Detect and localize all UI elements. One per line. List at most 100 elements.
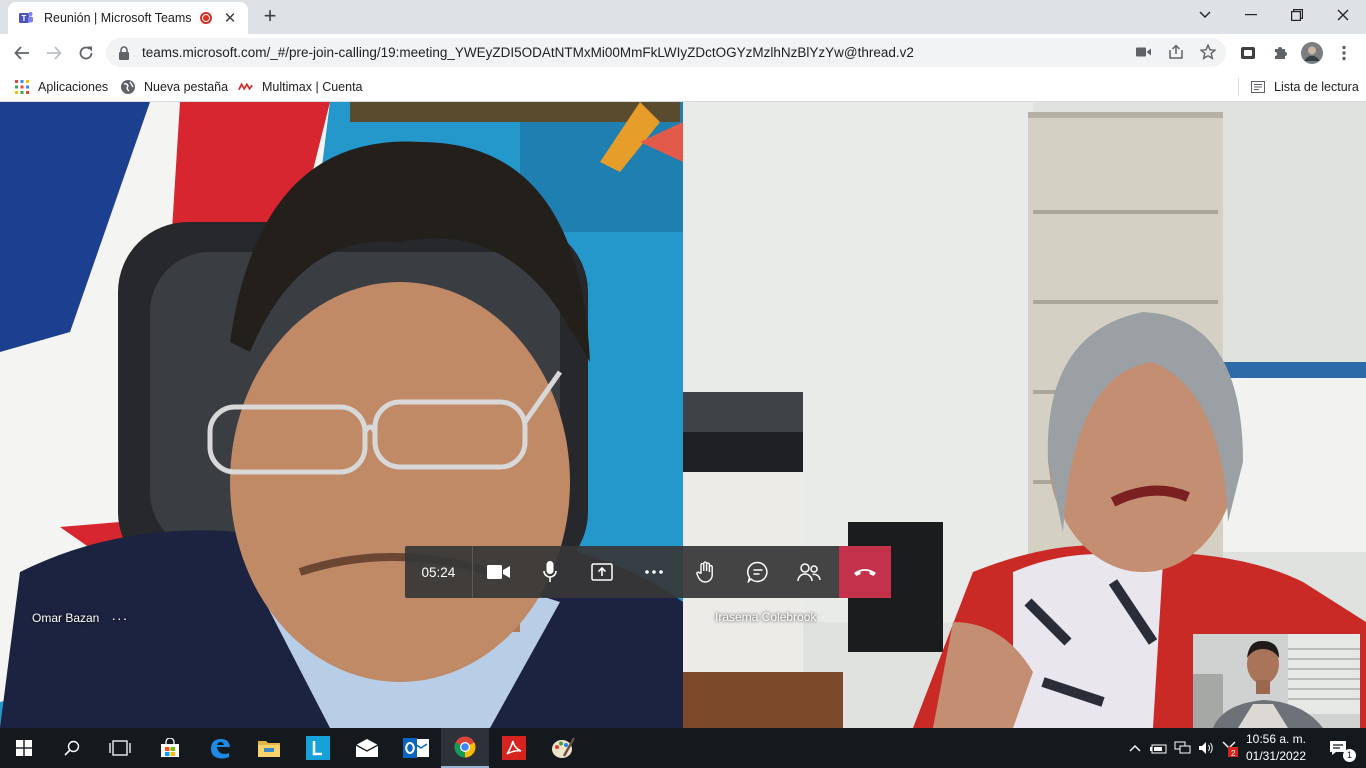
windows-taskbar: 2 10:56 a. m. 01/31/2022 1 [0,728,1366,768]
mail-app[interactable] [343,728,391,768]
camera-in-use-icon[interactable] [1134,42,1154,62]
tray-overflow-icon[interactable] [1126,728,1144,768]
bookmarks-bar: Aplicaciones Nueva pestaña Multimax | Cu… [0,71,1366,102]
share-icon[interactable] [1166,42,1186,62]
close-window-icon[interactable] [1320,0,1366,30]
tab-search-icon[interactable] [1182,0,1228,30]
recording-icon [200,12,212,24]
folder-icon [258,741,280,757]
outlook-icon [403,738,429,758]
chrome-app[interactable] [441,728,489,768]
microphone-toggle-button[interactable] [525,546,577,598]
battery-icon[interactable] [1148,728,1170,768]
video-tile-omar-bazan[interactable]: Omar Bazan ··· [0,102,683,728]
acrobat-app[interactable] [490,728,538,768]
clock-time: 10:56 a. m. [1245,732,1307,746]
lync-icon [306,736,330,760]
bookmark-label: Aplicaciones [38,80,109,94]
volume-icon[interactable] [1196,728,1216,768]
browser-menu-icon[interactable] [1333,42,1355,64]
participant-more-icon[interactable]: ··· [111,610,128,626]
search-icon [64,740,80,756]
store-app[interactable] [146,728,194,768]
address-bar[interactable]: teams.microsoft.com/_#/pre-join-calling/… [106,38,1226,67]
participant-name-tag: Irasema Colebrook [715,610,816,624]
new-tab-button[interactable]: + [258,5,282,29]
outlook-app[interactable] [392,728,440,768]
participant-video-feed [0,102,683,728]
tab-strip: T Reunión | Microsoft Teams ✕ + [0,0,1366,34]
participant-name-tag: Omar Bazan ··· [32,610,128,626]
tab-close-icon[interactable]: ✕ [222,9,238,27]
reading-list-icon [1250,79,1266,95]
participants-icon [797,563,822,582]
participants-button[interactable] [783,546,835,598]
reading-list-button[interactable]: Lista de lectura [1250,76,1359,98]
paint-icon [552,737,575,758]
edge-app[interactable] [196,728,244,768]
camera-toggle-button[interactable] [473,546,525,598]
bookmark-multimax[interactable]: Multimax | Cuenta [238,76,363,98]
raise-hand-icon [695,561,713,583]
more-actions-button[interactable] [628,546,680,598]
profile-avatar[interactable] [1301,42,1323,64]
reload-button[interactable] [73,40,99,66]
windows-logo-icon [16,740,32,756]
chat-icon [746,561,768,583]
browser-toolbar: teams.microsoft.com/_#/pre-join-calling/… [0,34,1366,71]
self-view-feed [1193,634,1360,728]
bookmark-apps[interactable]: Aplicaciones [14,76,108,98]
acrobat-icon [502,736,526,760]
hang-up-button[interactable] [839,546,891,598]
share-screen-button[interactable] [576,546,628,598]
lock-icon [119,45,129,60]
meeting-stage: Omar Bazan ··· Irasema Colebrook 05:24 [0,102,1366,728]
microphone-icon [543,561,558,582]
system-clock[interactable]: 10:56 a. m. 01/31/2022 [1240,731,1312,765]
bookmark-label: Multimax | Cuenta [262,80,363,94]
lync-app[interactable] [294,728,342,768]
task-view-icon [109,740,131,756]
apps-grid-icon [14,79,30,95]
paint-app[interactable] [539,728,587,768]
calendar-app-icon[interactable]: 2 [1218,728,1240,768]
participant-name: Omar Bazan [32,611,100,625]
notifications-button[interactable]: 1 [1318,728,1358,768]
tab-title: Reunión | Microsoft Teams [44,11,192,25]
raise-hand-button[interactable] [680,546,732,598]
edge-icon [211,739,230,759]
back-button[interactable] [9,40,35,66]
self-view-video[interactable] [1193,634,1360,728]
camera-icon [486,565,510,579]
extensions-puzzle-icon[interactable] [1269,42,1291,64]
share-screen-icon [591,563,613,581]
file-explorer-app[interactable] [245,728,293,768]
multimax-icon [238,79,254,95]
clock-date: 01/31/2022 [1245,749,1307,763]
teams-logo-icon: T [19,12,33,23]
svg-text:T: T [22,14,27,23]
minimize-icon[interactable] [1228,0,1274,30]
url-text: teams.microsoft.com/_#/pre-join-calling/… [142,45,914,60]
globe-icon [120,79,136,95]
chrome-icon [454,736,476,758]
bookmark-star-icon[interactable] [1198,42,1218,62]
bookmarks-divider [1238,78,1239,96]
bookmark-label: Nueva pestaña [144,80,229,94]
reading-list-label: Lista de lectura [1274,80,1359,94]
search-button[interactable] [48,728,96,768]
notification-count: 1 [1343,749,1356,762]
browser-tab[interactable]: T Reunión | Microsoft Teams ✕ [8,2,248,34]
call-timer: 05:24 [405,546,473,598]
store-icon [161,738,179,757]
task-view-button[interactable] [96,728,144,768]
hang-up-icon [854,569,877,576]
start-button[interactable] [0,728,48,768]
forward-button[interactable] [41,40,67,66]
chat-button[interactable] [732,546,784,598]
restore-icon[interactable] [1274,0,1320,30]
bookmark-new-tab[interactable]: Nueva pestaña [120,76,228,98]
participant-name: Irasema Colebrook [715,610,817,624]
extension-icon[interactable] [1237,42,1259,64]
network-icon[interactable] [1172,728,1194,768]
